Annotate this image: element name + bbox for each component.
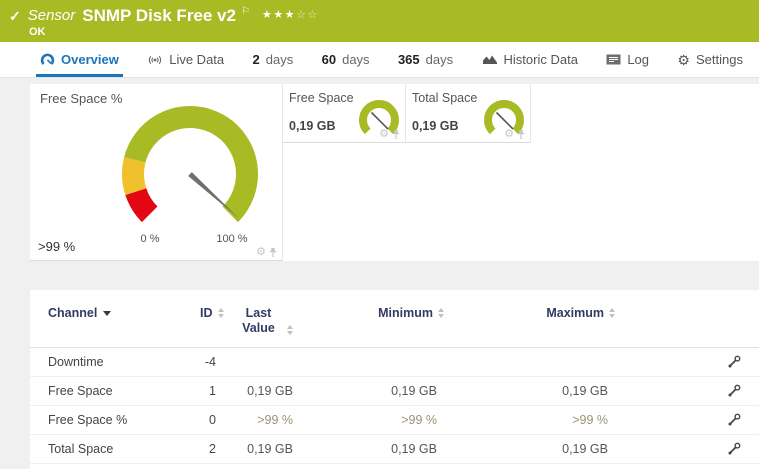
tab-2-days[interactable]: 2 days [249,42,298,77]
tab-bar: Overview Live Data 2 days 60 days 365 da… [0,42,759,78]
tab-overview[interactable]: Overview [36,42,123,77]
minimum-value: 0,19 GB [391,442,437,456]
panel-value: >99 % [38,239,76,254]
panel-gear-icon[interactable]: ⚙ [379,129,389,140]
channel-id: 1 [209,384,216,398]
tab-historic-data[interactable]: Historic Data [478,42,582,77]
last-value: 0,19 GB [247,442,293,456]
area-chart-icon [482,55,497,64]
panel-gear-icon[interactable]: ⚙ [256,247,266,258]
tab-settings[interactable]: ⚙ Settings [673,42,747,77]
last-value: >99 % [257,413,293,427]
status-check-icon: ✓ [9,8,21,24]
gauge-scale-min: 0 % [141,233,160,245]
column-header-channel[interactable]: Channel [48,306,200,320]
tab-365-days[interactable]: 365 days [394,42,457,77]
tab-unit: days [265,52,294,67]
gear-icon: ⚙ [677,51,690,68]
status-badge: OK [29,26,46,38]
tab-label: Settings [695,52,743,67]
minimum-value: 0,19 GB [391,384,437,398]
channel-id: 2 [209,442,216,456]
channel-id: -4 [204,355,216,369]
pushpin-icon[interactable] [517,129,525,140]
priority-stars[interactable]: ★★★☆☆ [262,8,319,21]
channel-name: Downtime [48,355,104,369]
maximum-value: 0,19 GB [562,384,608,398]
channel-name: Free Space [48,384,113,398]
tab-live-data[interactable]: Live Data [143,42,228,77]
table-row: Total Space 2 0,19 GB 0,19 GB 0,19 GB [30,435,759,464]
tab-number: 60 [321,52,337,67]
gauges-section: 0 % 100 % Free Space % >99 % ⚙ Free Spac… [30,84,759,261]
pushpin-icon[interactable] [392,129,400,140]
gauge-icon [40,53,55,65]
wrench-icon[interactable] [727,384,741,398]
channel-id: 0 [209,413,216,427]
column-header-last-value[interactable]: Last Value [228,306,300,336]
column-header-maximum[interactable]: Maximum [444,306,615,320]
table-header-row: Channel ID Last Value Minimum Maximum [30,290,759,348]
table-row: Free Space % 0 >99 % >99 % >99 % [30,406,759,435]
panel-value: 0,19 GB [412,119,459,133]
gauge-needle [495,111,514,130]
wrench-icon[interactable] [727,442,741,456]
stars-empty[interactable]: ☆☆ [296,9,319,21]
minimum-value: >99 % [401,413,437,427]
panel-gear-icon[interactable]: ⚙ [504,129,514,140]
tab-label: Overview [61,52,119,67]
maximum-value: >99 % [572,413,608,427]
free-space-pct-gauge: 0 % 100 % [122,106,258,245]
channel-name: Free Space % [48,413,128,427]
object-kind-label: Sensor [27,7,76,24]
overview-content: 0 % 100 % Free Space % >99 % ⚙ Free Spac… [0,78,759,469]
report-icon [606,54,621,65]
column-header-minimum[interactable]: Minimum [300,306,444,320]
tab-number: 2 [252,52,260,67]
last-value: 0,19 GB [247,384,293,398]
panel-title: Total Space [412,91,478,105]
panel-value: 0,19 GB [289,119,336,133]
wrench-icon[interactable] [727,355,741,369]
broadcast-icon [149,55,162,64]
gauge-scale-max: 100 % [216,233,247,245]
tab-label: Log [627,52,650,67]
sort-arrows-icon [609,308,615,318]
gauges-filler [531,84,759,261]
gauge-panel-total-space: Total Space 0,19 GB ⚙ [406,84,531,143]
sort-arrows-icon [286,325,293,335]
channel-name: Total Space [48,442,114,456]
sensor-header: ✓ Sensor SNMP Disk Free v2 ⚐ ★★★☆☆ OK [0,0,759,42]
gauge-panel-free-space-pct: 0 % 100 % Free Space % >99 % ⚙ [30,84,283,261]
page-title: SNMP Disk Free v2 [82,6,236,25]
table-row: Free Space 1 0,19 GB 0,19 GB 0,19 GB [30,377,759,406]
tab-label: Live Data [169,52,225,67]
gauge-needle [370,111,389,130]
priority-flag-icon[interactable]: ⚐ [241,6,250,17]
gauge-panel-free-space: Free Space 0,19 GB ⚙ [283,84,406,143]
channels-table: Channel ID Last Value Minimum Maximum Do… [30,290,759,469]
panel-title: Free Space % [40,91,123,106]
tab-label: Historic Data [503,52,578,67]
maximum-value: 0,19 GB [562,442,608,456]
tab-log[interactable]: Log [602,42,653,77]
wrench-icon[interactable] [727,413,741,427]
tab-unit: days [425,52,454,67]
caret-down-icon [103,311,112,316]
tab-unit: days [342,52,370,67]
stars-filled[interactable]: ★★★ [262,9,296,21]
pushpin-icon[interactable] [269,247,277,258]
table-row: Downtime -4 [30,348,759,377]
panel-title: Free Space [289,91,354,105]
sort-arrows-icon [217,308,224,318]
column-header-id[interactable]: ID [200,306,228,320]
tab-number: 365 [397,52,420,67]
tab-60-days[interactable]: 60 days [318,42,374,77]
